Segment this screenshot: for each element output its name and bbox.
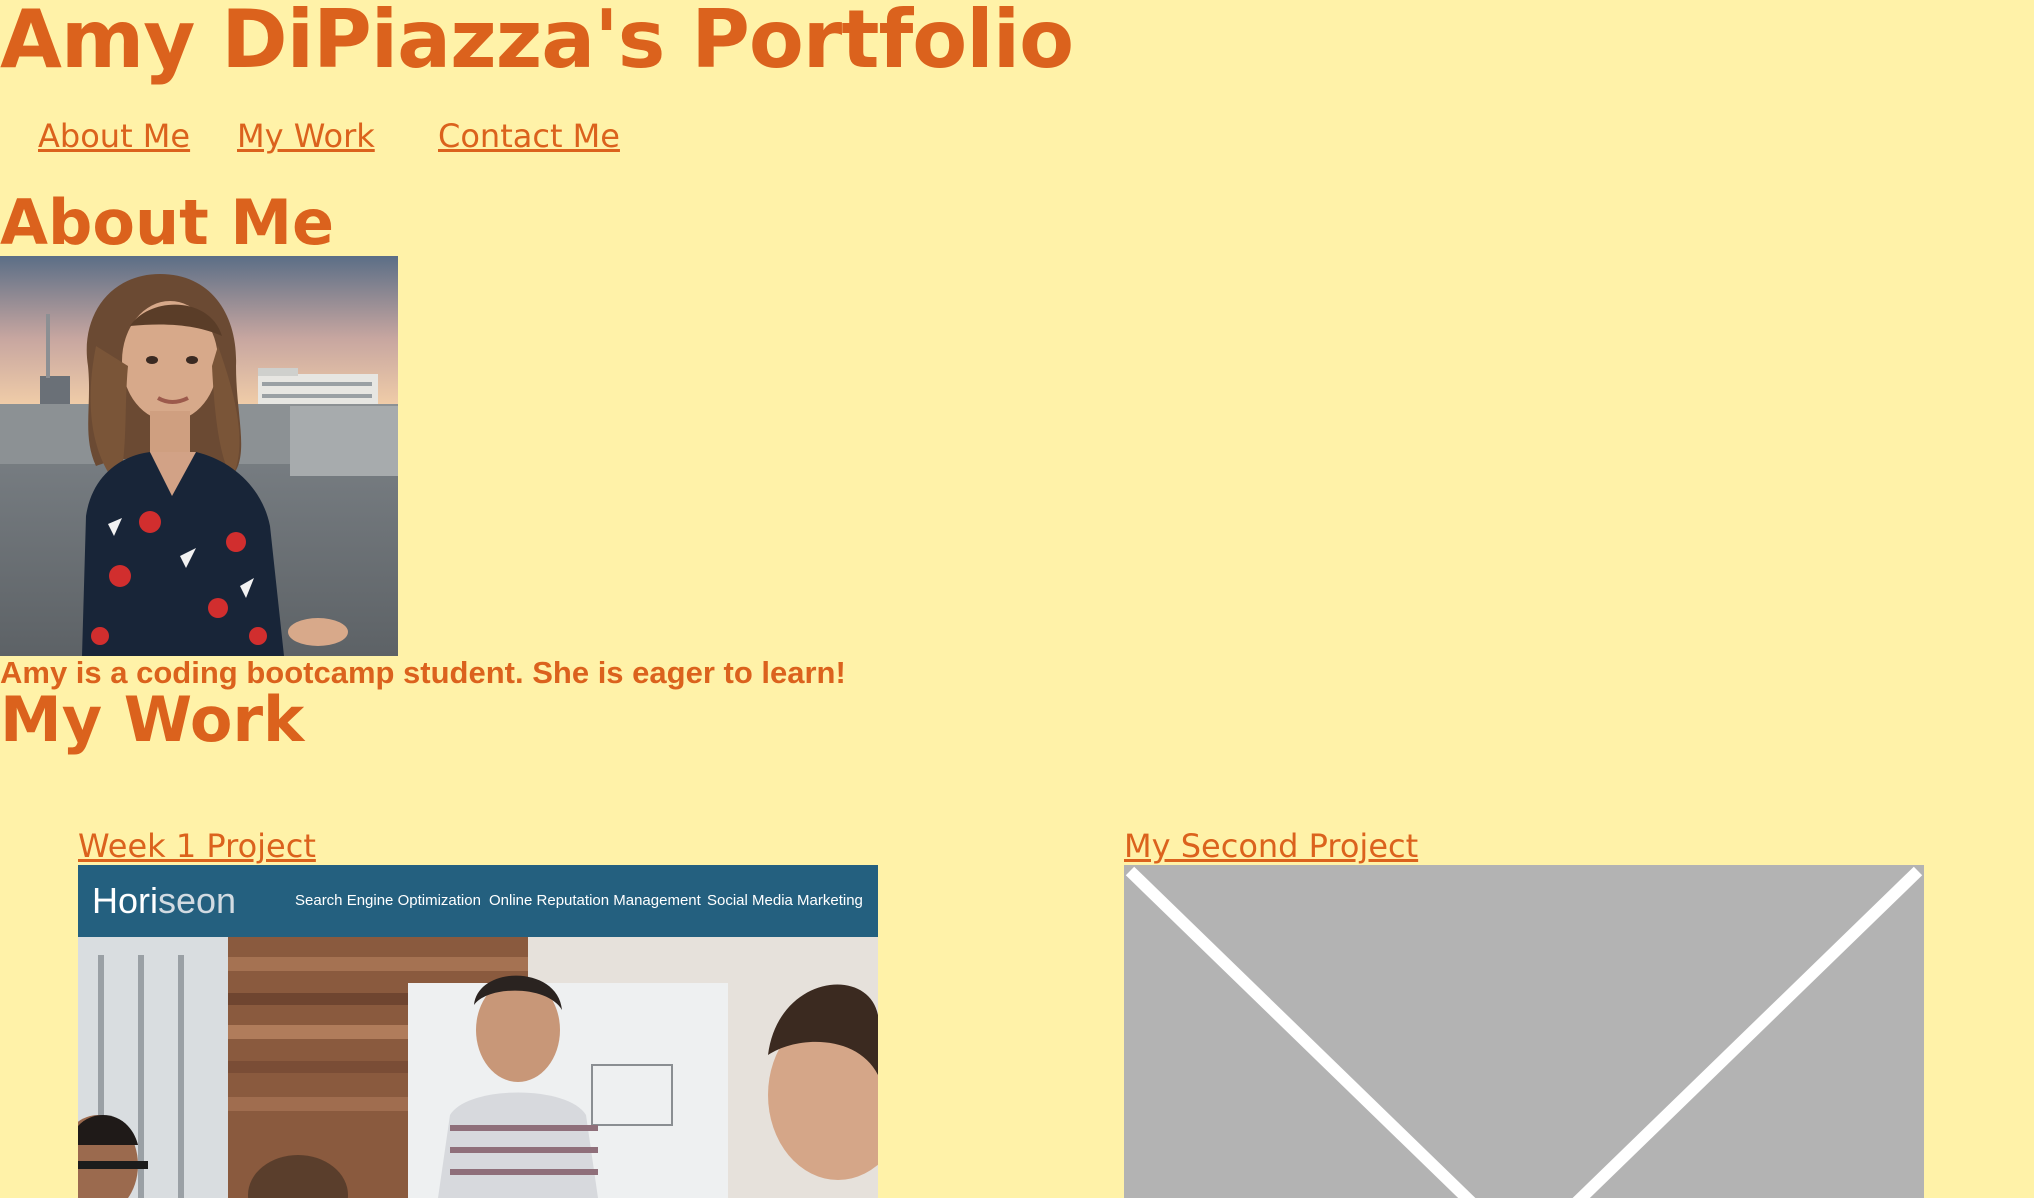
project-screenshot-week-1[interactable]: Horiseon Search Engine Optimization Onli… bbox=[78, 865, 878, 1198]
project-link-week-1[interactable]: Week 1 Project bbox=[78, 826, 316, 866]
nav-link-contact-me[interactable]: Contact Me bbox=[438, 116, 620, 156]
project-link-second[interactable]: My Second Project bbox=[1124, 826, 1418, 866]
horiseon-logo: Horiseon bbox=[92, 880, 237, 921]
project-placeholder-image[interactable] bbox=[1124, 865, 1924, 1198]
work-heading: My Work bbox=[0, 683, 305, 756]
nav-link-about-me[interactable]: About Me bbox=[38, 116, 190, 156]
portrait-photo bbox=[0, 256, 398, 656]
horiseon-nav-item: Search Engine Optimization bbox=[295, 892, 481, 909]
horiseon-header: Horiseon Search Engine Optimization Onli… bbox=[78, 865, 878, 937]
about-heading: About Me bbox=[0, 186, 335, 259]
horiseon-nav-item: Social Media Marketing bbox=[707, 892, 863, 909]
nav-link-my-work[interactable]: My Work bbox=[237, 116, 375, 156]
horiseon-nav-item: Online Reputation Management bbox=[489, 892, 701, 909]
site-title: Amy DiPiazza's Portfolio bbox=[0, 0, 1074, 86]
